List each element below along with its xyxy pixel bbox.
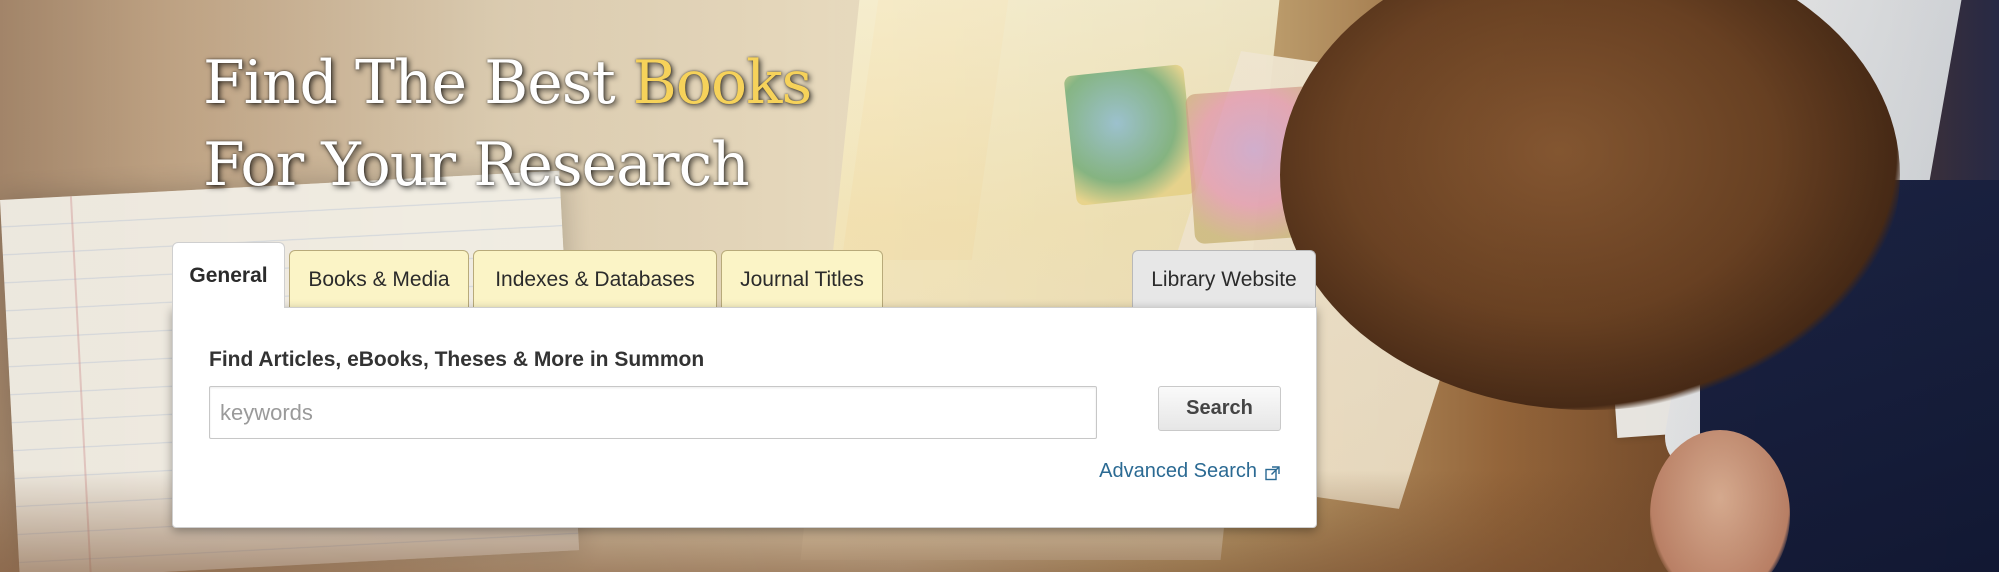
background-person-hair	[1280, 0, 1900, 410]
background-person-hand	[1650, 430, 1790, 572]
tab-books-media[interactable]: Books & Media	[289, 250, 469, 308]
tab-library-website[interactable]: Library Website	[1132, 250, 1316, 308]
background-person-collar	[1658, 0, 1962, 470]
advanced-search-label: Advanced Search	[1099, 460, 1257, 482]
search-tabs: General Books & Media Indexes & Database…	[172, 242, 1317, 308]
hero-banner: Find The Best Books For Your Research Ge…	[0, 0, 1999, 572]
background-note-card	[1606, 282, 1708, 438]
background-illustration	[1184, 85, 1326, 245]
background-illustration	[1063, 64, 1197, 206]
search-input[interactable]	[209, 386, 1097, 439]
hero-title-prefix: Find The Best	[203, 48, 633, 118]
search-panel: Find Articles, eBooks, Theses & More in …	[172, 307, 1317, 528]
external-link-icon	[1265, 464, 1280, 481]
hero-title: Find The Best Books For Your Research	[203, 42, 812, 206]
advanced-search-link[interactable]: Advanced Search	[1099, 460, 1280, 483]
hero-title-accent: Books	[632, 48, 812, 118]
tab-general[interactable]: General	[172, 242, 285, 308]
hero-title-line-2: For Your Research	[203, 130, 750, 200]
background-person-face	[1560, 160, 1740, 400]
background-book-cover	[841, 0, 1009, 260]
tab-journal-titles[interactable]: Journal Titles	[721, 250, 883, 308]
background-illustration	[1313, 112, 1477, 268]
search-button[interactable]: Search	[1158, 386, 1281, 431]
hero-title-line-1: Find The Best Books	[203, 42, 812, 124]
search-panel-heading: Find Articles, eBooks, Theses & More in …	[209, 348, 705, 371]
background-person-jacket	[1700, 180, 1999, 572]
tab-indexes-databases[interactable]: Indexes & Databases	[473, 250, 717, 308]
